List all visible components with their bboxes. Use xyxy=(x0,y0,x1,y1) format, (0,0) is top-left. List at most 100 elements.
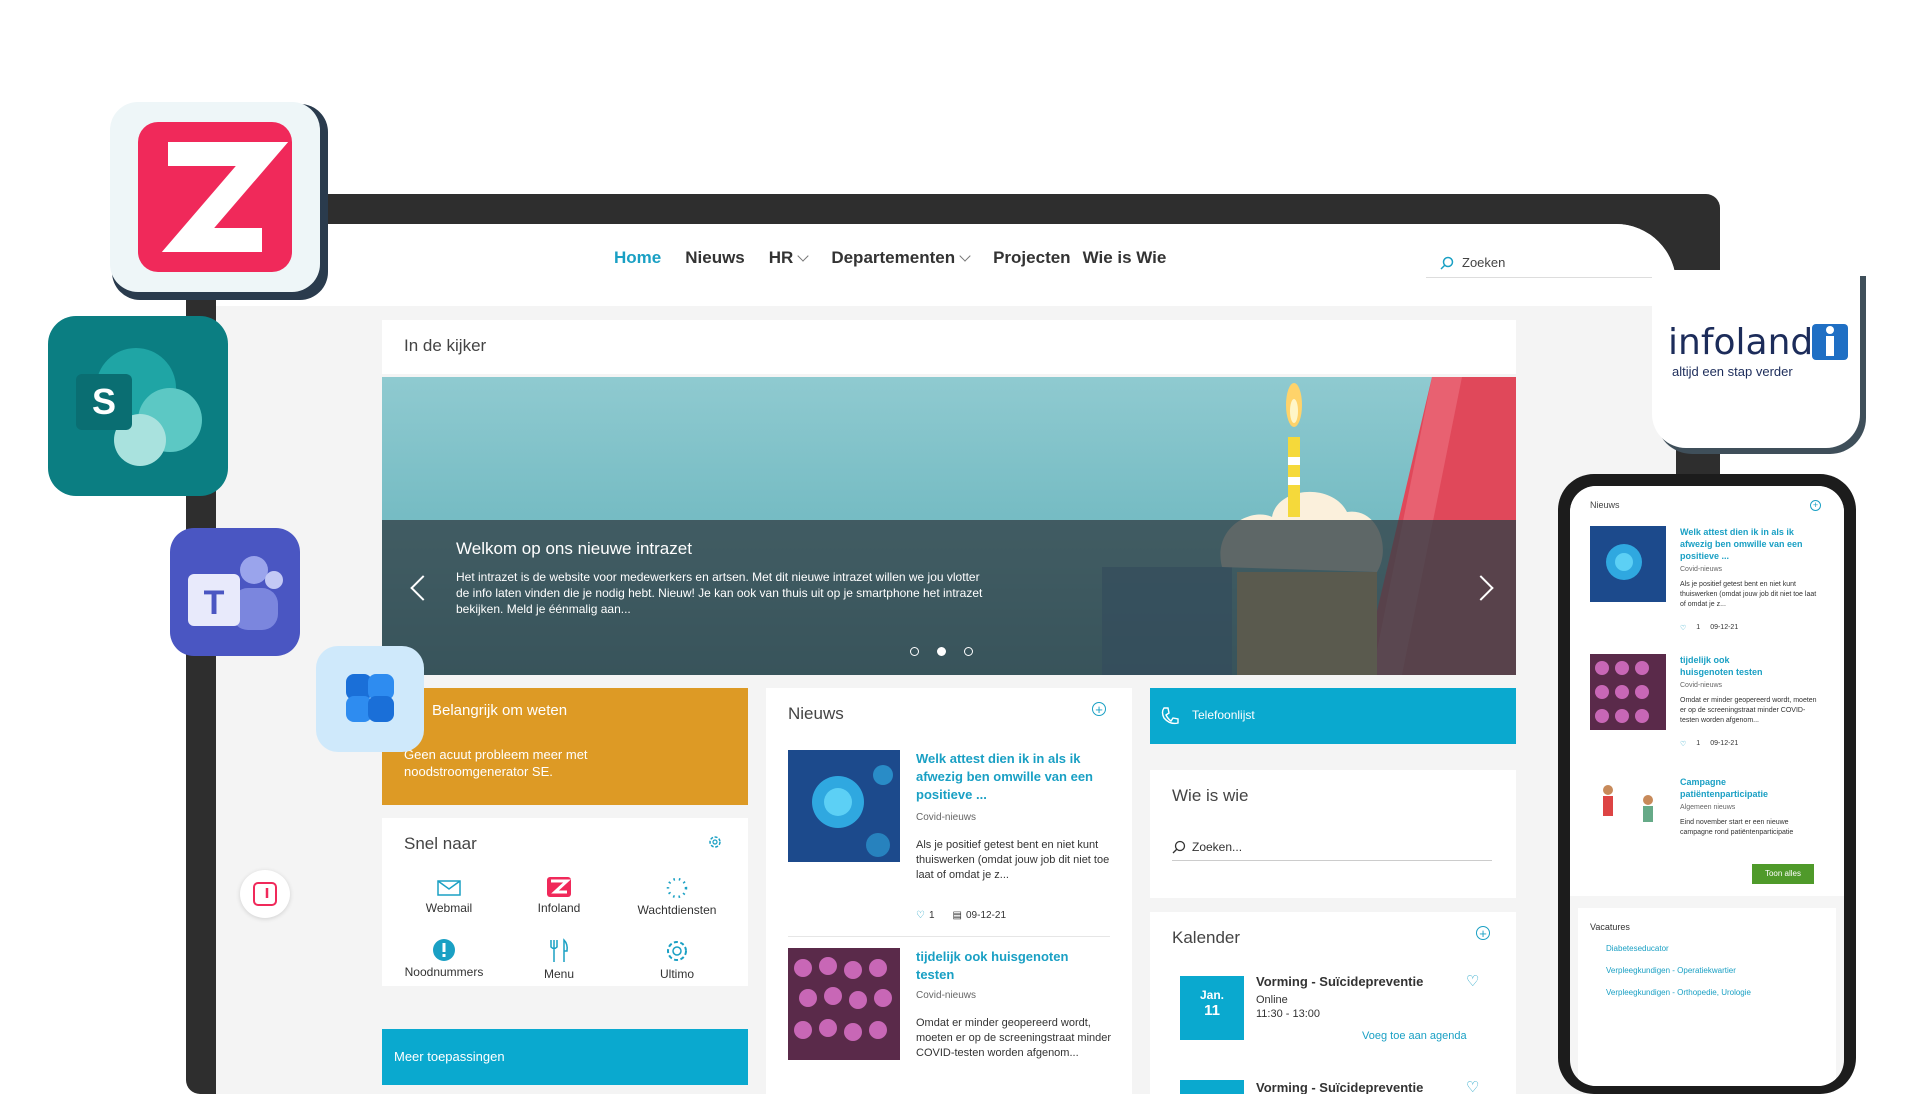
vacancy-link[interactable]: Verpleegkundigen - Operatiekwartier xyxy=(1606,966,1736,975)
more-apps-button[interactable]: Meer toepassingen xyxy=(382,1029,748,1085)
whoiswho-placeholder: Zoeken... xyxy=(1192,840,1243,854)
hero-carousel[interactable]: Welkom op ons nieuwe intrazet Het intraz… xyxy=(382,377,1516,675)
phone-vacancies-card xyxy=(1578,908,1836,1086)
virus-image xyxy=(1590,526,1666,602)
phone-news-meta: ♡ 1 09-12-21 xyxy=(1680,624,1738,632)
quicklink-infoland[interactable]: Infoland xyxy=(514,876,604,915)
phone-vacancies-title: Vacatures xyxy=(1590,922,1630,932)
phone-icon xyxy=(1161,707,1179,725)
nav-hr-label: HR xyxy=(768,248,794,267)
nav-departementen[interactable]: Departementen xyxy=(831,248,971,268)
quicklinks-title: Snel naar xyxy=(404,834,477,853)
important-card[interactable]: Belangrijk om weten Geen acuut probleem … xyxy=(382,688,748,805)
event-location: Online xyxy=(1256,994,1288,1006)
phonebook-button[interactable]: Telefoonlijst xyxy=(1150,688,1516,744)
event-title[interactable]: Vorming - Suïcidepreventie xyxy=(1256,974,1423,989)
calendar-title: Kalender xyxy=(1172,928,1241,947)
teams-app-tile[interactable]: T xyxy=(170,528,300,656)
phone-news-title: Nieuws xyxy=(1590,500,1620,510)
quicklink-noodnummers[interactable]: Noodnummers xyxy=(394,938,494,979)
event-title[interactable]: Vorming - Suïcidepreventie xyxy=(1256,1080,1423,1094)
svg-text:S: S xyxy=(92,381,116,422)
butterfly-logo-icon xyxy=(346,674,394,722)
event-day: 11 xyxy=(1204,1002,1220,1019)
infoland-card[interactable]: infoland altijd een stap verder xyxy=(1652,270,1860,448)
chevron-down-icon xyxy=(797,250,809,262)
cutlery-icon xyxy=(550,938,568,962)
nav-projecten[interactable]: Projecten xyxy=(993,248,1070,268)
carousel-dots xyxy=(910,647,973,656)
sharepoint-app-tile[interactable]: S xyxy=(48,316,228,496)
search-icon xyxy=(1440,256,1454,270)
phone-news-meta: ♡ 1 09-12-21 xyxy=(1680,740,1738,748)
news-card: Nieuws + Welk attest dien ik in als ik a… xyxy=(766,688,1132,1094)
spotlight-title: In de kijker xyxy=(404,336,487,355)
quicklink-menu[interactable]: Menu xyxy=(514,938,604,981)
event-month: Jan. xyxy=(1199,988,1224,1002)
heart-icon[interactable]: ♡ xyxy=(1680,624,1686,632)
nav-hr[interactable]: HR xyxy=(768,248,809,268)
vacancy-link[interactable]: Diabeteseducator xyxy=(1606,944,1669,953)
add-to-agenda-link[interactable]: Voeg toe aan agenda xyxy=(1362,1030,1467,1042)
main-nav: Home Nieuws HR Departementen Projecten W… xyxy=(614,248,1166,268)
carousel-dot[interactable] xyxy=(964,647,973,656)
quicklink-label: Infoland xyxy=(537,901,581,915)
phone-news-item-title[interactable]: Welk attest dien ik in als ik afwezig be… xyxy=(1680,526,1820,562)
carousel-dot[interactable] xyxy=(910,647,919,656)
quicklink-label: Webmail xyxy=(425,901,473,915)
zoho-logo-icon xyxy=(138,122,292,272)
chevron-down-icon xyxy=(959,250,971,262)
quicklink-label: Menu xyxy=(543,967,575,981)
exclamation-icon xyxy=(433,939,455,961)
heart-icon[interactable]: ♡ xyxy=(1680,740,1686,748)
nav-wie-is-wie[interactable]: Wie is Wie xyxy=(1083,248,1167,268)
search-placeholder: Zoeken xyxy=(1462,255,1506,270)
nav-nieuws[interactable]: Nieuws xyxy=(685,248,745,268)
mail-icon xyxy=(437,880,461,896)
workspace-app-tile[interactable] xyxy=(316,646,424,752)
carousel-dot-active[interactable] xyxy=(937,647,946,656)
infoland-wordmark: infoland xyxy=(1668,322,1814,363)
search-input[interactable]: Zoeken xyxy=(1426,248,1676,278)
heart-icon[interactable]: ♡ xyxy=(916,910,925,921)
svg-text:T: T xyxy=(204,584,225,622)
phone-news-item-title[interactable]: Campagne patiëntenparticipatie xyxy=(1680,776,1800,800)
vacancy-link[interactable]: Verpleegkundigen - Orthopedie, Urologie xyxy=(1606,988,1751,997)
zoho-logo-icon xyxy=(547,877,571,897)
news-item-excerpt: Omdat er minder geopereerd wordt, moeten… xyxy=(916,1017,1112,1059)
news-item-category: Covid-nieuws xyxy=(916,990,977,1001)
hero-title[interactable]: Welkom op ons nieuwe intrazet xyxy=(456,539,692,559)
more-apps-label: Meer toepassingen xyxy=(394,1049,505,1064)
add-news-icon[interactable]: + xyxy=(1810,500,1821,511)
quicklink-wachtdiensten[interactable]: Wachtdiensten xyxy=(627,876,727,917)
nav-home[interactable]: Home xyxy=(614,248,661,268)
phone-news-item-title[interactable]: tijdelijk ook huisgenoten testen xyxy=(1680,654,1770,678)
phone-news-likes: 1 xyxy=(1696,740,1701,747)
news-item-title[interactable]: tijdelijk ook huisgenoten testen xyxy=(916,948,1076,984)
heart-icon[interactable]: ♡ xyxy=(1466,1078,1479,1094)
quicklink-webmail[interactable]: Webmail xyxy=(404,878,494,915)
show-all-button[interactable]: Toon alles xyxy=(1752,864,1814,884)
search-icon xyxy=(1172,840,1186,854)
phone-news-category: Covid-nieuws xyxy=(1680,682,1723,689)
gear-icon xyxy=(667,941,687,961)
zoho-app-tile[interactable] xyxy=(110,102,320,292)
quicklink-label: Noodnummers xyxy=(404,965,484,979)
phone-news-likes: 1 xyxy=(1696,624,1701,631)
event-time: 11:30 - 13:00 xyxy=(1256,1008,1321,1020)
small-app-badge[interactable] xyxy=(240,870,290,918)
whoiswho-search-input[interactable]: Zoeken... xyxy=(1172,834,1492,861)
news-item-title[interactable]: Welk attest dien ik in als ik afwezig be… xyxy=(916,750,1116,804)
heart-icon[interactable]: ♡ xyxy=(1466,972,1479,990)
infoland-tagline: altijd een stap verder xyxy=(1672,364,1793,379)
news-date: 09-12-21 xyxy=(965,910,1007,921)
gear-icon[interactable] xyxy=(707,834,723,850)
quicklink-ultimo[interactable]: Ultimo xyxy=(627,938,727,981)
teams-logo-icon: T xyxy=(188,556,283,630)
add-news-icon[interactable]: + xyxy=(1092,702,1106,716)
divider xyxy=(788,936,1110,937)
phone-news-excerpt: Omdat er minder geopereerd wordt, moeten… xyxy=(1680,697,1817,724)
add-event-icon[interactable]: + xyxy=(1476,926,1490,940)
event-date-badge xyxy=(1180,1080,1244,1094)
phone-news-excerpt: Eind november start er een nieuwe campag… xyxy=(1680,819,1794,836)
